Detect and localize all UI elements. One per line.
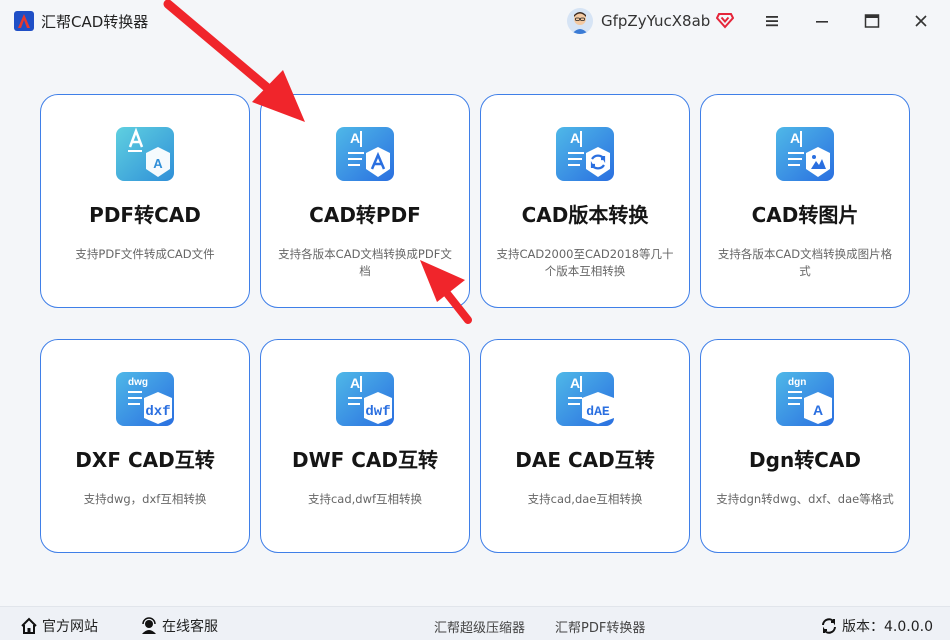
- app-logo-icon: [14, 11, 34, 31]
- minimize-icon[interactable]: [813, 12, 831, 30]
- card-cad-to-pdf[interactable]: A CAD转PDF 支持各版本CAD文档转换成PDF文档: [260, 94, 470, 308]
- vip-diamond-icon[interactable]: [716, 11, 734, 29]
- online-support-label: 在线客服: [162, 619, 218, 635]
- dae-badge: dAE: [586, 404, 610, 419]
- card-pdf-to-cad[interactable]: A PDF转CAD 支持PDF文件转成CAD文件: [40, 94, 250, 308]
- cad-to-image-icon: A: [776, 127, 834, 181]
- pdf-to-cad-icon: A: [116, 127, 174, 181]
- card-cad-to-image[interactable]: A CAD转图片 支持各版本CAD文档转换成图片格式: [700, 94, 910, 308]
- maximize-icon[interactable]: [863, 12, 881, 30]
- dgn-icon: dgn A: [776, 372, 834, 426]
- footer-bar: 官方网站 在线客服 汇帮超级压缩器 汇帮PDF转换器 版本：4.0.0.0: [0, 606, 950, 640]
- card-desc: 支持dwg，dxf互相转换: [83, 492, 207, 506]
- online-support-link[interactable]: 在线客服: [140, 616, 218, 636]
- svg-text:A: A: [350, 130, 360, 146]
- user-avatar[interactable]: [567, 8, 593, 34]
- dwf-badge: dwf: [365, 404, 390, 420]
- cad-to-pdf-icon: A: [336, 127, 394, 181]
- card-title: CAD版本转换: [521, 203, 649, 227]
- version-label: 版本：4.0.0.0: [842, 619, 933, 635]
- version-info[interactable]: 版本：4.0.0.0: [820, 616, 933, 636]
- pdf-converter-link[interactable]: 汇帮PDF转换器: [555, 617, 645, 636]
- svg-text:A: A: [790, 130, 800, 146]
- card-title: PDF转CAD: [89, 203, 201, 227]
- username[interactable]: GfpZyYucX8ab: [601, 12, 710, 30]
- card-title: DWF CAD互转: [291, 448, 439, 472]
- close-icon[interactable]: [912, 12, 930, 30]
- dgn-badge: A: [813, 402, 823, 418]
- dxf-badge: dxf: [145, 404, 170, 420]
- card-dxf-cad[interactable]: dwg dxf DXF CAD互转 支持dwg，dxf互相转换: [40, 339, 250, 553]
- svg-text:A: A: [153, 156, 163, 171]
- dwf-icon: A dwf: [336, 372, 394, 426]
- app-title: 汇帮CAD转换器: [41, 13, 149, 31]
- card-title: DXF CAD互转: [75, 448, 215, 472]
- dgn-tag: dgn: [788, 377, 806, 388]
- card-title: CAD转图片: [751, 203, 859, 227]
- home-icon: [21, 617, 37, 634]
- official-website-link[interactable]: 官方网站: [20, 616, 98, 636]
- compressor-link[interactable]: 汇帮超级压缩器: [434, 617, 525, 636]
- card-desc: 支持cad,dwf互相转换: [307, 492, 423, 506]
- card-desc: 支持各版本CAD文档转换成PDF文档: [278, 247, 452, 278]
- menu-icon[interactable]: [763, 12, 781, 30]
- card-desc: 支持PDF文件转成CAD文件: [75, 247, 215, 261]
- card-desc: 支持各版本CAD文档转换成图片格式: [717, 247, 893, 278]
- dwg-tag: dwg: [128, 377, 148, 388]
- svg-text:A: A: [350, 375, 360, 391]
- svg-text:A: A: [570, 130, 580, 146]
- official-website-label: 官方网站: [42, 619, 98, 635]
- svg-text:A: A: [570, 375, 580, 391]
- card-cad-version-convert[interactable]: A CAD版本转换 支持CAD2000至CAD2018等几十个版本互相转换: [480, 94, 690, 308]
- card-desc: 支持CAD2000至CAD2018等几十个版本互相转换: [496, 247, 674, 278]
- support-agent-icon: [142, 617, 156, 634]
- card-title: CAD转PDF: [309, 203, 421, 227]
- card-title: Dgn转CAD: [749, 448, 861, 472]
- title-bar: 汇帮CAD转换器 GfpZyYucX8ab: [0, 0, 950, 42]
- card-title: DAE CAD互转: [515, 448, 655, 472]
- dxf-icon: dwg dxf: [116, 372, 174, 426]
- dae-icon: A dAE: [556, 372, 614, 426]
- card-dgn-to-cad[interactable]: dgn A Dgn转CAD 支持dgn转dwg、dxf、dae等格式: [700, 339, 910, 553]
- refresh-icon: [822, 618, 836, 634]
- card-dwf-cad[interactable]: A dwf DWF CAD互转 支持cad,dwf互相转换: [260, 339, 470, 553]
- avatar-icon: [567, 8, 593, 34]
- card-dae-cad[interactable]: A dAE DAE CAD互转 支持cad,dae互相转换: [480, 339, 690, 553]
- card-desc: 支持dgn转dwg、dxf、dae等格式: [716, 492, 894, 506]
- card-desc: 支持cad,dae互相转换: [527, 492, 643, 506]
- version-convert-icon: A: [556, 127, 614, 181]
